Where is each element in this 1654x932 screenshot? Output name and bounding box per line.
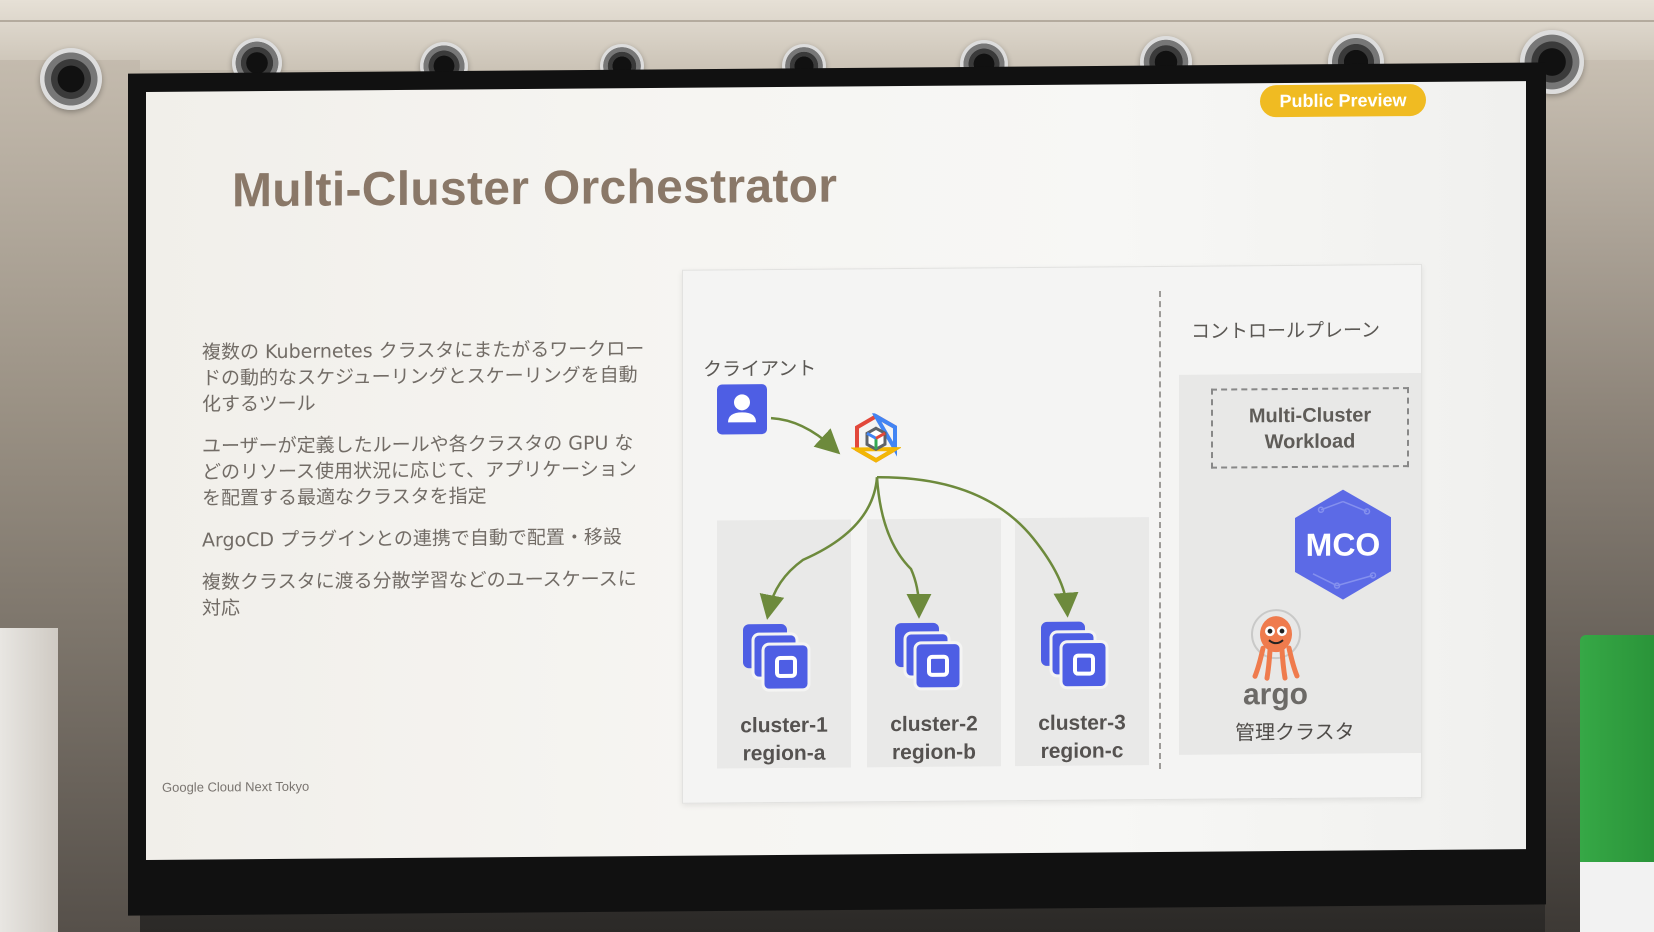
bullet-item: 複数の Kubernetes クラスタにまたがるワークロードの動的なスケジューリ… [202,338,645,416]
slide-footer: Google Cloud Next Tokyo [162,778,310,795]
slide-title: Multi-Cluster Orchestrator [232,159,838,218]
cluster-icon [893,621,965,694]
bullet-item: ユーザーが定義したルールや各クラスタの GPU などのリソース使用状況に応じて、… [202,432,637,510]
cluster-name: cluster-1 [740,713,828,738]
ceiling-speaker [40,48,102,110]
cluster-name: cluster-2 [890,712,978,737]
mco-hexagon-icon: MCO [1291,487,1395,602]
booth-base [1580,862,1654,932]
bullet-list: 複数の Kubernetes クラスタにまたがるワークロードの動的なスケジューリ… [202,336,652,638]
green-booth [1580,635,1654,932]
cluster-region: region-b [892,740,976,765]
bullet-item: 複数クラスタに渡る分散学習などのユースケースに対応 [202,568,637,620]
cluster-name: cluster-3 [1038,711,1126,735]
architecture-diagram: クライアント コントロールプレーン cluster-1 region-a clu… [682,263,1422,804]
cluster-label: cluster-1 region-a [704,711,864,768]
cluster-icon [1039,619,1111,692]
cluster-region: region-c [1040,739,1124,763]
argo-octopus-icon [1243,606,1309,683]
mco-label: MCO [1306,526,1381,563]
ceiling-seam [0,20,1654,22]
management-cluster-label: 管理クラスタ [1235,719,1355,745]
cluster-icon [741,622,813,695]
left-booth [0,628,58,932]
multi-cluster-workload-box: Multi-Cluster Workload [1211,387,1409,469]
cluster-region: region-a [742,741,826,766]
public-preview-badge: Public Preview [1260,83,1426,118]
slide: Public Preview Multi-Cluster Orchestrato… [146,81,1526,861]
argo-logo-text: argo [1243,677,1309,712]
bullet-item: ArgoCD プラグインとの連携で自動で配置・移設 [202,526,622,552]
cluster-label: cluster-2 region-b [854,710,1014,767]
cluster-label: cluster-3 region-c [1002,709,1162,766]
